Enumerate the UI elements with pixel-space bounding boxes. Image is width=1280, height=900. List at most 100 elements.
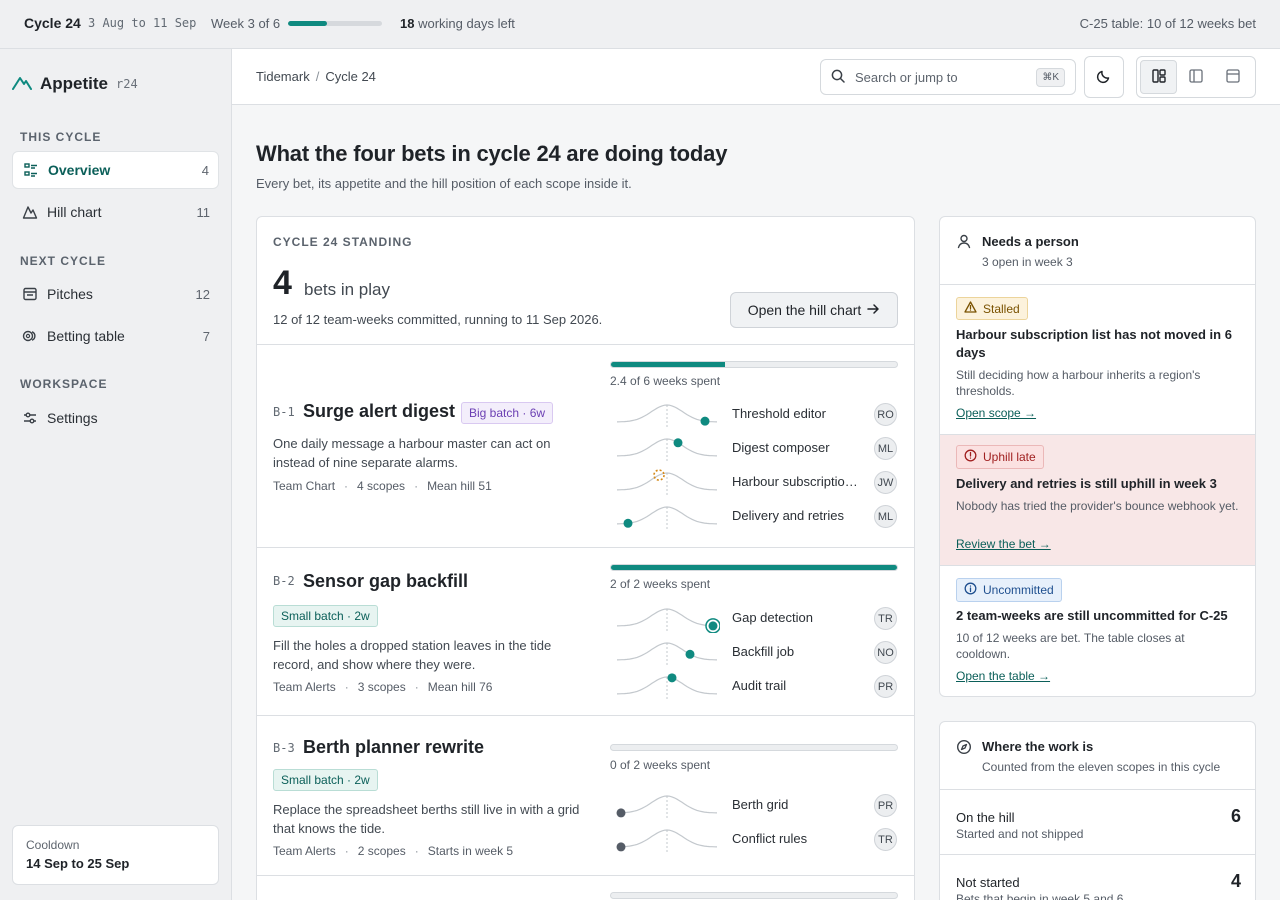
open-scope-link[interactable]: Open scope → <box>956 406 1036 420</box>
bet-description: Replace the spreadsheet berths still liv… <box>273 802 580 836</box>
status-badge-label: Uncommitted <box>983 583 1054 597</box>
hill-scope-row[interactable]: Audit trail PR <box>610 671 898 701</box>
sidebar-item-label: Overview <box>48 162 111 178</box>
person-icon <box>956 233 972 252</box>
avatar[interactable]: ML <box>874 505 897 528</box>
alert-title: 2 team-weeks are still uncommitted for C… <box>956 608 1228 623</box>
avatar[interactable]: ML <box>874 437 897 460</box>
hill-mini-chart <box>616 673 718 701</box>
hill-scope-row[interactable]: Berth grid PR <box>610 790 898 820</box>
hill-scope-row[interactable]: Conflict rules TR <box>610 824 898 854</box>
breadcrumb-separator: / <box>315 69 320 84</box>
bet-code: B-2 <box>273 574 295 588</box>
bet-name[interactable]: Surge alert digest <box>303 401 455 422</box>
search-input[interactable]: Search or jump to ⌘K <box>820 59 1076 95</box>
hill-scope-row[interactable]: Digest composer ML <box>610 433 898 463</box>
bet-row[interactable]: B-1 Surge alert digest Big batch · 6w On… <box>257 344 914 547</box>
meta-separator: · <box>344 844 349 858</box>
avatar[interactable]: PR <box>874 794 897 817</box>
brand[interactable]: Appetite r24 <box>12 74 138 94</box>
status-badge: Uphill late <box>956 445 1044 469</box>
bet-name[interactable]: Berth planner rewrite <box>303 737 484 758</box>
sidebar-item-pitches[interactable]: Pitches 12 <box>12 275 219 313</box>
hill-dot[interactable] <box>685 649 695 659</box>
breadcrumb-workspace[interactable]: Tidemark <box>256 69 310 84</box>
alert-circle-icon <box>964 449 983 465</box>
hill-dot[interactable] <box>673 438 683 448</box>
work-row-label: On the hill <box>956 810 1015 825</box>
bets-count-label: bets in play <box>304 280 390 299</box>
brand-name: Appetite <box>40 74 108 93</box>
hill-dot[interactable] <box>700 416 710 426</box>
layout-split-button[interactable] <box>1140 60 1177 94</box>
bet-scopes: 2 scopes <box>357 844 406 858</box>
avatar[interactable]: PR <box>874 675 897 698</box>
hill-mini-chart <box>616 506 718 531</box>
breadcrumb-cycle[interactable]: Cycle 24 <box>325 69 376 84</box>
cooldown-label: Cooldown <box>26 838 80 852</box>
cycle-progress-bar <box>288 21 382 26</box>
hill-scope-row[interactable]: Backfill job NO <box>610 637 898 667</box>
scope-name: Delivery and retries <box>732 508 844 523</box>
moon-icon <box>1096 68 1112 87</box>
appetite-badge: Small batch · 2w <box>273 769 378 791</box>
hill-dot[interactable] <box>616 808 626 818</box>
layout-full-button[interactable] <box>1214 60 1251 94</box>
hill-dot[interactable] <box>667 673 677 683</box>
hill-dot[interactable] <box>708 621 718 631</box>
bet-scopes: 4 scopes <box>357 479 406 493</box>
sidebar-item-label: Pitches <box>47 286 93 302</box>
sidebar-item-overview[interactable]: Overview 4 <box>12 151 219 189</box>
open-table-link[interactable]: Open the table → <box>956 669 1050 683</box>
weeks-progress-bar <box>610 361 898 368</box>
alert-title: Harbour subscription list has not moved … <box>956 327 1232 360</box>
hill-scope-row[interactable]: Threshold editor RO <box>610 399 898 429</box>
layout-sidebar-button[interactable] <box>1177 60 1214 94</box>
weeks-progress-fill <box>611 565 897 570</box>
sidebar-item-label: Settings <box>47 410 98 426</box>
info-icon <box>964 582 983 598</box>
list-icon <box>23 162 39 178</box>
hill-scope-row[interactable]: Harbour subscription list JW <box>610 467 898 497</box>
cycle-standing-card: CYCLE 24 STANDING 4 bets in play 12 of 1… <box>256 216 915 900</box>
status-badge: Uncommitted <box>956 578 1062 602</box>
bet-extra: Starts in week 5 <box>427 844 514 858</box>
theme-toggle-button[interactable] <box>1084 56 1124 98</box>
sidebar-item-hill-chart[interactable]: Hill chart 11 <box>12 193 219 231</box>
bet-row[interactable]: B-2 Sensor gap backfill Small batch · 2w… <box>257 547 914 715</box>
bet-description: Fill the holes a dropped station leaves … <box>273 638 552 672</box>
sidebar-item-count: 4 <box>201 162 209 178</box>
hill-scope-row[interactable]: Gap detection TR <box>610 603 898 633</box>
sidebar-item-settings[interactable]: Settings <box>12 399 219 437</box>
avatar[interactable]: JW <box>874 471 897 494</box>
sidebar-item-betting-table[interactable]: Betting table 7 <box>12 317 219 355</box>
avatar[interactable]: RO <box>874 403 897 426</box>
open-hill-chart-button[interactable]: Open the hill chart <box>730 292 898 328</box>
cycle-dates: 3 Aug to 11 Sep <box>88 16 197 30</box>
avatar[interactable]: TR <box>874 607 897 630</box>
hill-dot[interactable] <box>623 518 633 528</box>
avatar[interactable]: TR <box>874 828 897 851</box>
work-panel-header: Where the work is Counted from the eleve… <box>940 722 1255 789</box>
bet-row[interactable]: B-3 Berth planner rewrite Small batch · … <box>257 715 914 875</box>
hill-mini-chart <box>616 795 718 820</box>
appetite-badge: Small batch · 2w <box>273 605 378 627</box>
layout-split-icon <box>1151 68 1167 87</box>
hill-scope-row[interactable]: Delivery and retries ML <box>610 501 898 531</box>
avatar[interactable]: NO <box>874 641 897 664</box>
sliders-icon <box>22 410 38 426</box>
review-bet-link[interactable]: Review the bet → <box>956 537 1051 551</box>
bet-row[interactable] <box>257 875 914 900</box>
scope-name: Berth grid <box>732 797 789 812</box>
sidebar-item-count: 11 <box>196 204 211 220</box>
hill-dot[interactable] <box>616 842 626 852</box>
appetite-badge: Big batch · 6w <box>461 402 554 424</box>
cycle-strip: Cycle 24 3 Aug to 11 Sep Week 3 of 6 18 … <box>0 0 1280 49</box>
list-item[interactable]: Not started Bets that begin in week 5 an… <box>940 854 1255 900</box>
bet-description: One daily message a harbour master can a… <box>273 436 551 470</box>
table-status[interactable]: C-25 table: 10 of 12 weeks bet <box>1080 16 1256 31</box>
sidebar-item-label: Hill chart <box>47 204 102 220</box>
bet-name[interactable]: Sensor gap backfill <box>303 571 468 592</box>
list-item[interactable]: On the hill Started and not shipped 6 <box>940 789 1255 854</box>
work-row-count: 6 <box>1230 806 1241 826</box>
